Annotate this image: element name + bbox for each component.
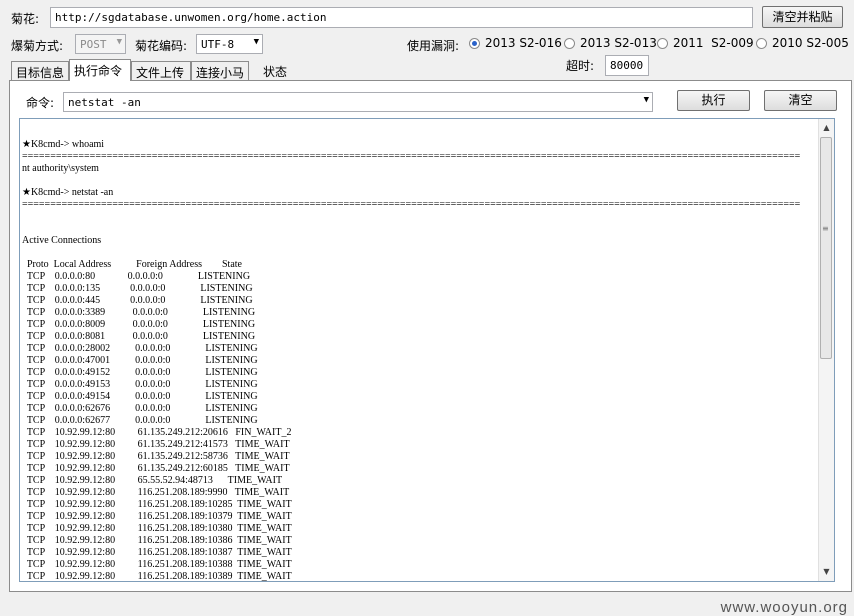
encoding-select[interactable]: UTF-8 ▼ [196, 34, 263, 54]
scroll-up-icon[interactable]: ▲ [819, 121, 834, 135]
timeout-label: 超时: [566, 59, 595, 73]
radio-label: 2013 S2-013 [580, 36, 657, 50]
console-output[interactable]: ★K8cmd-> whoami ========================… [19, 118, 835, 582]
clear-button[interactable]: 清空 [764, 90, 837, 111]
radio-unselected-icon [657, 38, 668, 49]
vuln-label: 使用漏洞: [407, 39, 460, 53]
radio-unselected-icon [756, 38, 767, 49]
command-input[interactable]: netstat -an ▼ [63, 92, 653, 112]
console-text: ★K8cmd-> whoami ========================… [22, 139, 801, 582]
radio-label: 2011 S2-009 [673, 36, 754, 50]
watermark: www.wooyun.org [720, 599, 848, 616]
chevron-down-icon: ▼ [643, 95, 649, 105]
radio-s2-013[interactable]: 2013 S2-013 [564, 36, 657, 50]
radio-unselected-icon [564, 38, 575, 49]
scroll-thumb[interactable] [820, 137, 832, 359]
command-label: 命令: [26, 96, 55, 110]
vertical-scrollbar[interactable]: ▲ ≡ ▼ [818, 119, 834, 581]
command-value: netstat -an [68, 96, 141, 109]
url-label: 菊花: [11, 12, 40, 26]
encoding-value: UTF-8 [201, 38, 235, 51]
radio-label: 2010 S2-005 [772, 36, 849, 50]
radio-selected-icon [469, 38, 480, 49]
clear-paste-button[interactable]: 清空并粘贴 [762, 6, 843, 28]
encoding-label: 菊花编码: [135, 39, 188, 53]
execute-button[interactable]: 执行 [677, 90, 750, 111]
chevron-down-icon: ▼ [253, 37, 259, 47]
url-input[interactable]: http://sgdatabase.unwomen.org/home.actio… [50, 7, 753, 28]
tab-connect-shell[interactable]: 连接小马 [191, 61, 249, 80]
radio-s2-016[interactable]: 2013 S2-016 [469, 36, 562, 50]
scroll-down-icon[interactable]: ▼ [819, 565, 834, 579]
method-select[interactable]: POST ▼ [75, 34, 126, 54]
radio-s2-009[interactable]: 2011 S2-009 [657, 36, 754, 50]
tab-target-info[interactable]: 目标信息 [11, 61, 69, 80]
radio-label: 2013 S2-016 [485, 36, 562, 50]
tab-status[interactable]: 状态 [259, 61, 295, 80]
chevron-down-icon: ▼ [116, 37, 122, 47]
radio-s2-005[interactable]: 2010 S2-005 [756, 36, 849, 50]
method-value: POST [80, 38, 107, 51]
method-label: 爆菊方式: [11, 39, 64, 53]
timeout-input[interactable]: 80000 [605, 55, 649, 76]
tab-file-upload[interactable]: 文件上传 [131, 61, 191, 80]
grip-icon: ≡ [822, 224, 829, 233]
tab-execute-command[interactable]: 执行命令 [69, 59, 131, 81]
